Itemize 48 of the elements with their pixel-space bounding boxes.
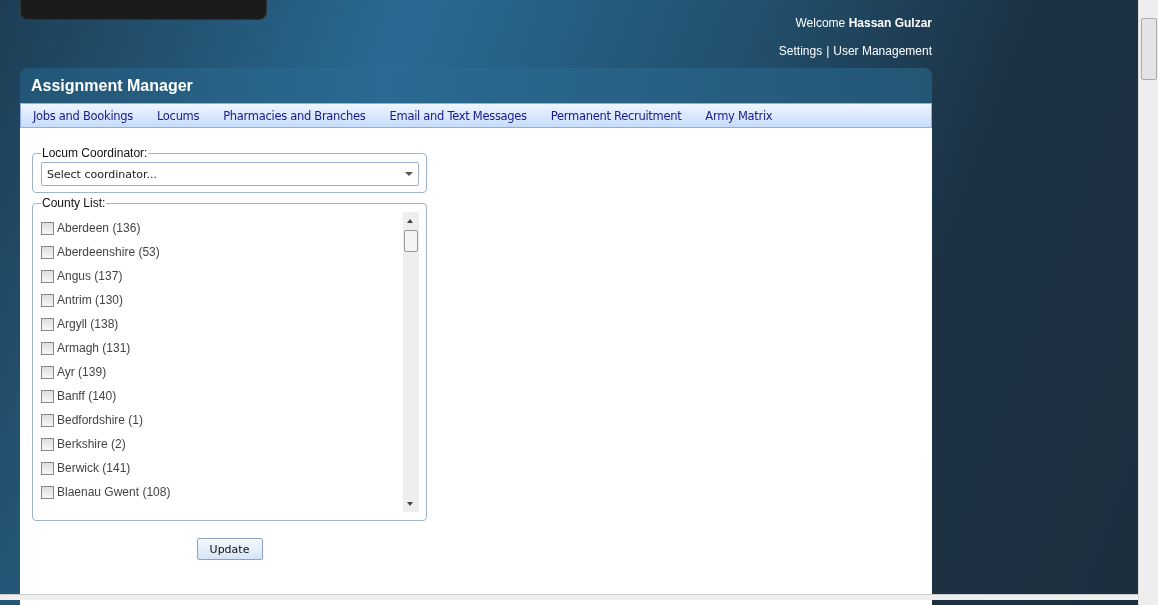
county-label: Argyll (138) xyxy=(57,317,119,331)
separator: | xyxy=(826,44,830,58)
update-button[interactable]: Update xyxy=(196,538,263,560)
checkbox[interactable] xyxy=(41,269,54,283)
nav-tab[interactable]: Pharmacies and Branches xyxy=(223,108,366,123)
checkbox[interactable] xyxy=(41,245,54,259)
county-label: Angus (137) xyxy=(57,269,123,283)
county-list-legend: County List: xyxy=(41,196,107,210)
panel-title: Assignment Manager xyxy=(31,76,193,95)
user-management-link[interactable]: User Management xyxy=(833,44,932,58)
nav-tab[interactable]: Army Matrix xyxy=(705,108,773,123)
dropdown-placeholder: Select coordinator... xyxy=(47,167,158,181)
nav-tab[interactable]: Jobs and Bookings xyxy=(33,108,133,123)
county-label: Ayr (139) xyxy=(57,365,107,379)
horizontal-scrollbar[interactable] xyxy=(0,594,1138,600)
nav-tab[interactable]: Permanent Recruitment xyxy=(550,108,682,123)
nav-tab[interactable]: Locums xyxy=(156,108,200,123)
county-label: Antrim (130) xyxy=(57,293,124,307)
county-label: Aberdeen (136) xyxy=(57,221,141,235)
checkbox[interactable] xyxy=(41,485,54,499)
checkbox[interactable] xyxy=(41,293,54,307)
checkbox[interactable] xyxy=(41,389,54,403)
welcome-text: Welcome Hassan Gulzar xyxy=(795,16,932,30)
scrollbar-thumb[interactable] xyxy=(404,230,418,252)
county-label: Berkshire (2) xyxy=(57,437,126,451)
checkbox[interactable] xyxy=(41,437,54,451)
checkbox[interactable] xyxy=(41,365,54,379)
county-label: Bedfordshire (1) xyxy=(57,413,144,427)
coordinator-legend: Locum Coordinator: xyxy=(41,146,149,160)
county-label: Aberdeenshire (53) xyxy=(57,245,160,259)
checkbox[interactable] xyxy=(41,221,54,235)
settings-link[interactable]: Settings xyxy=(778,44,823,58)
vertical-scrollbar[interactable] xyxy=(1138,0,1158,605)
county-label: Banff (140) xyxy=(57,389,117,403)
list-scrollbar[interactable] xyxy=(403,212,419,512)
checkbox[interactable] xyxy=(41,341,54,355)
county-label: Armagh (131) xyxy=(57,341,131,355)
scroll-up-icon[interactable] xyxy=(407,219,413,223)
dropdown-arrow-icon[interactable] xyxy=(405,172,413,176)
checkbox[interactable] xyxy=(41,461,54,475)
checkbox[interactable] xyxy=(41,413,54,427)
nav-tab[interactable]: Email and Text Messages xyxy=(389,108,527,123)
county-label: Berwick (141) xyxy=(57,461,131,475)
checkbox[interactable] xyxy=(41,317,54,331)
scrollbar-thumb[interactable] xyxy=(1141,18,1157,80)
county-label: Blaenau Gwent (108) xyxy=(57,485,171,499)
coordinator-dropdown[interactable]: Select coordinator... xyxy=(41,162,419,186)
scroll-down-icon[interactable] xyxy=(407,502,413,506)
